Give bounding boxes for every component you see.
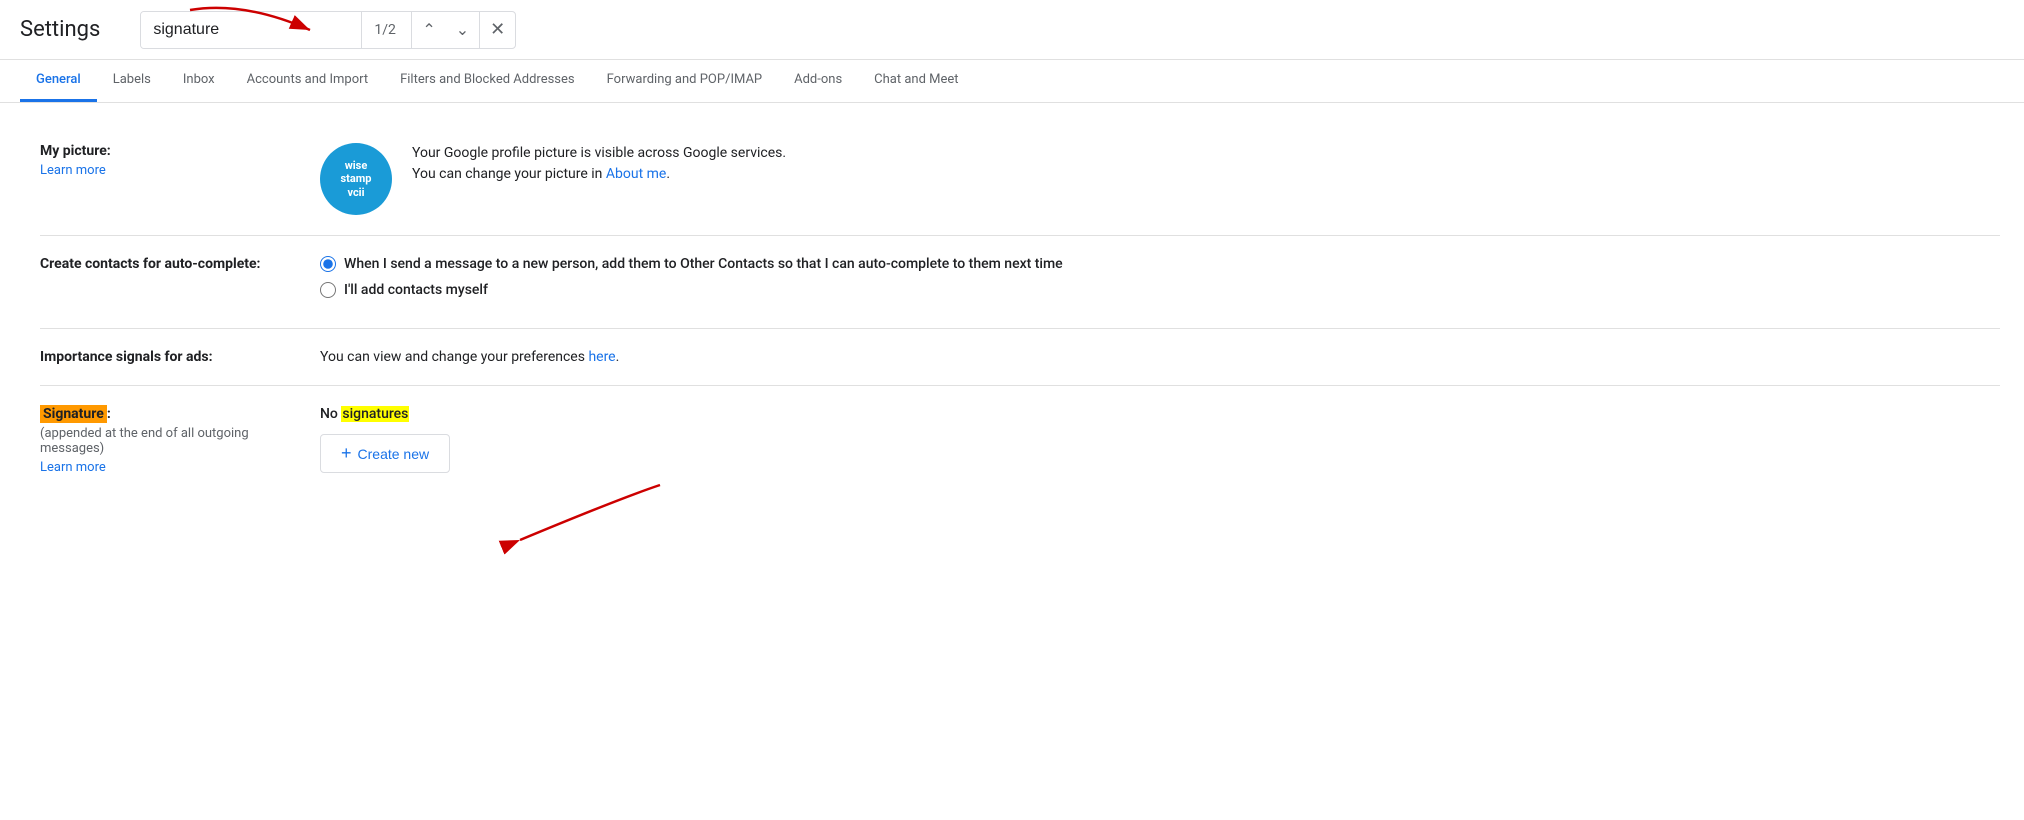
my-picture-row: My picture: Learn more wise stamp vcii Y… [40, 123, 2000, 236]
radio-option-manual: I'll add contacts myself [320, 282, 2000, 298]
signature-colon: : [107, 406, 111, 422]
create-contacts-label: Create contacts for auto-complete: [40, 256, 290, 272]
settings-tabs: General Labels Inbox Accounts and Import… [0, 60, 2024, 103]
my-picture-label-col: My picture: Learn more [40, 143, 320, 178]
tab-general[interactable]: General [20, 60, 97, 102]
importance-signals-row: Importance signals for ads: You can view… [40, 329, 2000, 386]
search-input[interactable] [141, 12, 361, 48]
importance-signals-value-col: You can view and change your preferences… [320, 349, 2000, 365]
importance-signals-label: Importance signals for ads: [40, 349, 290, 365]
arrow-annotation-bottom [480, 475, 700, 555]
my-picture-value-col: wise stamp vcii Your Google profile pict… [320, 143, 2000, 215]
settings-content: My picture: Learn more wise stamp vcii Y… [0, 103, 2024, 515]
profile-description: Your Google profile picture is visible a… [412, 143, 786, 185]
signatures-highlighted-word: signatures [341, 406, 409, 422]
signature-row: Signature: (appended at the end of all o… [40, 386, 2000, 495]
radio-auto-label[interactable]: When I send a message to a new person, a… [344, 256, 1063, 272]
profile-row: wise stamp vcii Your Google profile pict… [320, 143, 2000, 215]
my-picture-label: My picture: [40, 143, 290, 159]
tab-addons[interactable]: Add-ons [778, 60, 858, 102]
profile-pic-initials: wise stamp vcii [341, 159, 372, 199]
signature-label-highlighted: Signature [40, 405, 107, 423]
search-count: 1/2 [361, 12, 411, 48]
signature-label-col: Signature: (appended at the end of all o… [40, 406, 320, 475]
tab-labels[interactable]: Labels [97, 60, 167, 102]
radio-manual-add[interactable] [320, 282, 336, 298]
profile-desc-line1: Your Google profile picture is visible a… [412, 143, 786, 164]
search-bar: 1/2 ⌃ ⌄ ✕ [140, 11, 516, 49]
plus-icon: + [341, 443, 352, 464]
search-navigation: ⌃ ⌄ [411, 12, 479, 48]
create-contacts-row: Create contacts for auto-complete: When … [40, 236, 2000, 329]
tab-accounts-import[interactable]: Accounts and Import [231, 60, 384, 102]
search-close-button[interactable]: ✕ [479, 12, 515, 48]
radio-manual-label[interactable]: I'll add contacts myself [344, 282, 488, 298]
profile-desc-line2: You can change your picture in About me. [412, 164, 786, 185]
search-next-button[interactable]: ⌄ [446, 12, 479, 48]
no-signatures-text: No signatures [320, 406, 2000, 422]
importance-signals-label-col: Importance signals for ads: [40, 349, 320, 365]
importance-signals-text: You can view and change your preferences [320, 349, 588, 365]
tab-inbox[interactable]: Inbox [167, 60, 231, 102]
create-new-button[interactable]: + Create new [320, 434, 450, 473]
create-contacts-value-col: When I send a message to a new person, a… [320, 256, 2000, 308]
create-new-label: Create new [358, 446, 430, 462]
tab-forwarding-pop-imap[interactable]: Forwarding and POP/IMAP [591, 60, 779, 102]
profile-picture[interactable]: wise stamp vcii [320, 143, 392, 215]
about-me-link[interactable]: About me [606, 166, 666, 182]
create-contacts-label-col: Create contacts for auto-complete: [40, 256, 320, 272]
tab-chat-meet[interactable]: Chat and Meet [858, 60, 974, 102]
my-picture-learn-more[interactable]: Learn more [40, 163, 106, 178]
signature-label: Signature: [40, 406, 290, 422]
signature-sublabel: (appended at the end of all outgoing mes… [40, 426, 290, 456]
search-prev-button[interactable]: ⌃ [412, 12, 445, 48]
page-title: Settings [20, 17, 100, 42]
here-link[interactable]: here [588, 349, 615, 365]
radio-option-auto: When I send a message to a new person, a… [320, 256, 2000, 272]
radio-auto-add[interactable] [320, 256, 336, 272]
header: Settings 1/2 ⌃ ⌄ ✕ [0, 0, 2024, 60]
signature-learn-more[interactable]: Learn more [40, 460, 106, 475]
importance-signals-suffix: . [616, 349, 620, 365]
signature-value-col: No signatures + Create new [320, 406, 2000, 473]
tab-filters-blocked[interactable]: Filters and Blocked Addresses [384, 60, 591, 102]
